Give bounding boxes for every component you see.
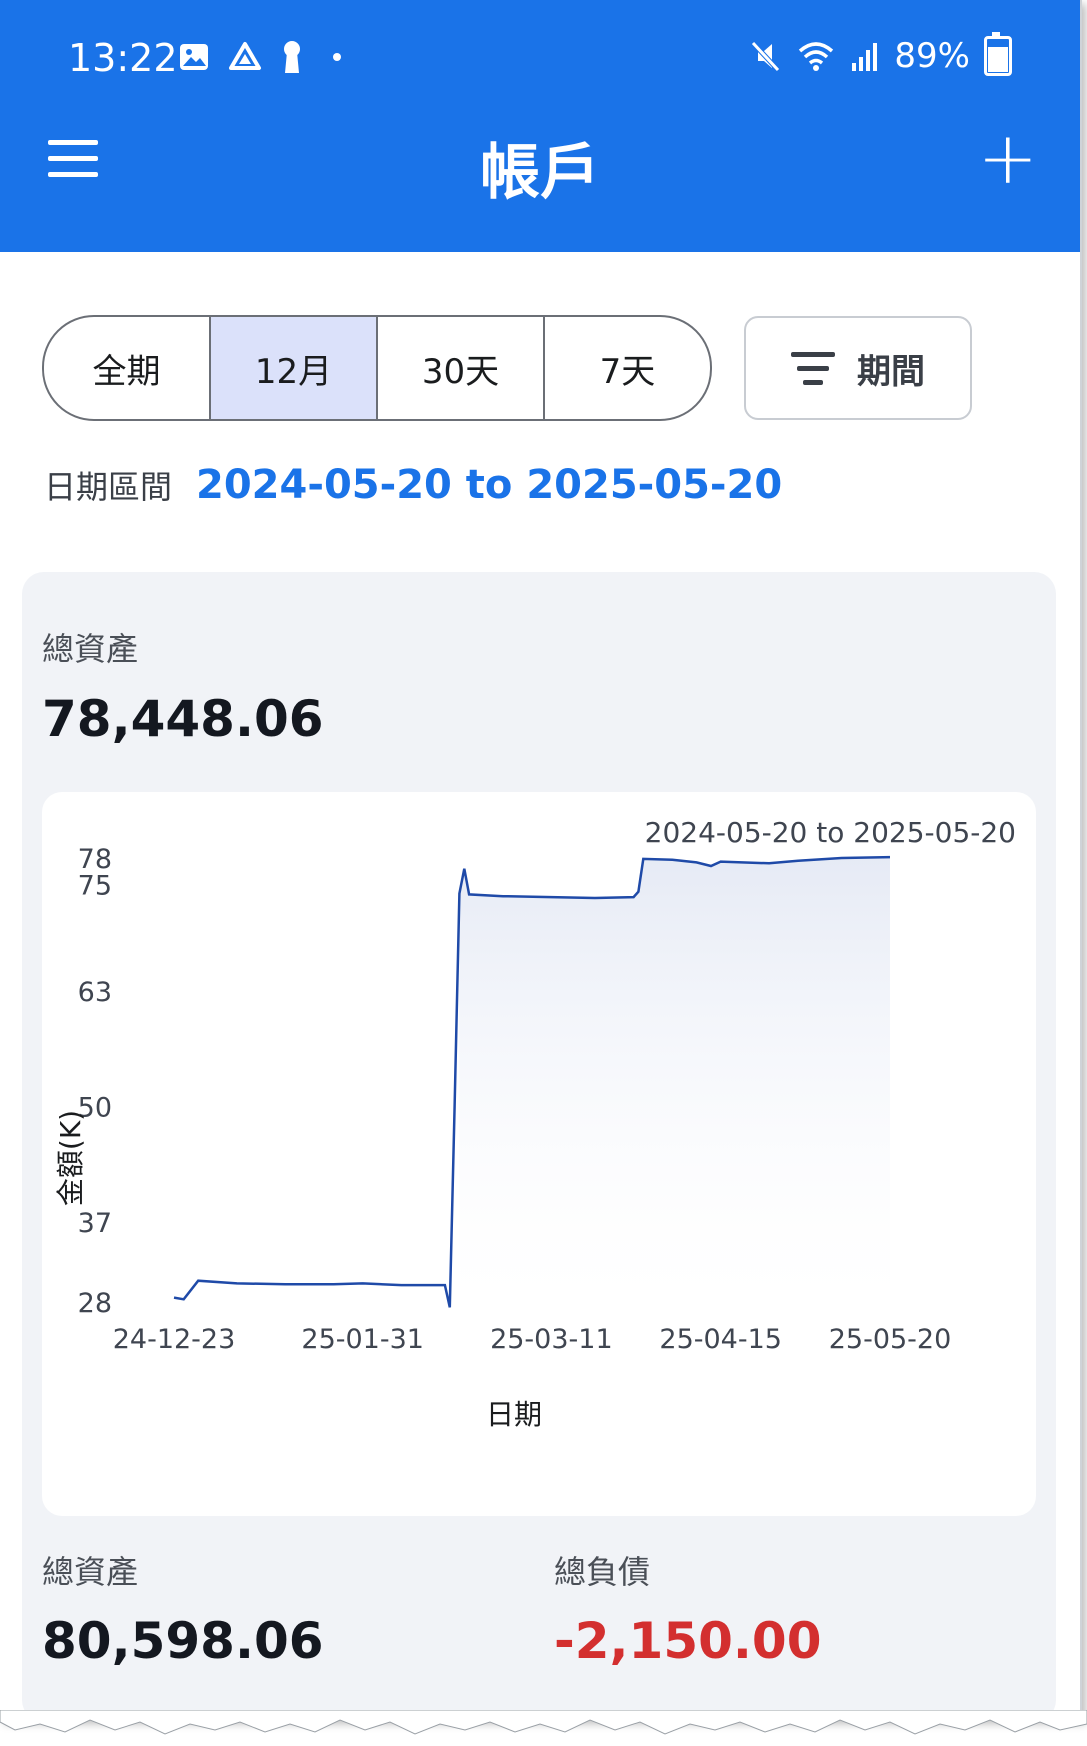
total-liabilities-value: -2,150.00	[554, 1612, 822, 1670]
y-axis-ticks: 283750637578	[78, 844, 112, 1319]
battery-fill	[988, 47, 1008, 72]
x-tick-label: 25-04-15	[659, 1324, 782, 1355]
filter-icon	[791, 351, 835, 385]
series-area	[459, 857, 890, 1302]
segment-12-months[interactable]: 12月	[211, 317, 378, 419]
status-time: 13:22	[68, 36, 178, 80]
y-tick-label: 75	[78, 871, 112, 902]
total-assets-label: 總資產	[42, 1553, 139, 1591]
keyhole-icon	[284, 41, 300, 73]
battery-icon	[984, 32, 1012, 76]
x-tick-label: 25-01-31	[301, 1324, 424, 1355]
summary-card: 總資產 78,448.06 2024-05-20 to 2025-05-20 2…	[22, 572, 1056, 1720]
chart-title: 2024-05-20 to 2025-05-20	[645, 816, 1016, 849]
dot-icon	[333, 53, 341, 61]
summary-label: 總資產	[42, 630, 139, 668]
date-range-row: 日期區間 2024-05-20 to 2025-05-20	[44, 462, 782, 508]
y-axis-label: 金額(K)	[54, 1110, 87, 1206]
x-tick-label: 24-12-23	[113, 1324, 236, 1355]
y-tick-label: 78	[78, 844, 112, 875]
wifi-icon	[799, 42, 834, 71]
page-title: 帳戶	[480, 138, 600, 208]
summary-value: 78,448.06	[42, 690, 324, 748]
segment-30-days[interactable]: 30天	[378, 317, 545, 419]
assets-chart: 2024-05-20 to 2025-05-20 28 37 50 63 75 78 24…	[42, 792, 1036, 1516]
status-right-icons: 89%	[748, 32, 1012, 76]
date-range-value[interactable]: 2024-05-20 to 2025-05-20	[196, 462, 782, 508]
torn-edge	[0, 1710, 1087, 1735]
date-range-label: 日期區間	[44, 468, 173, 506]
period-filter-button[interactable]: 期間	[744, 316, 972, 420]
mute-icon	[751, 41, 781, 72]
status-left-icons	[178, 40, 352, 74]
segment-all[interactable]: 全期	[44, 317, 211, 419]
y-tick-label: 37	[78, 1208, 112, 1239]
image-icon	[180, 44, 208, 70]
plus-icon[interactable]: +	[978, 118, 1038, 198]
segment-7-days[interactable]: 7天	[545, 317, 710, 419]
x-tick-label: 25-03-11	[490, 1324, 613, 1355]
total-liabilities-label: 總負債	[554, 1553, 651, 1591]
period-button-label: 期間	[857, 351, 925, 392]
status-bar: 13:22 89%	[68, 32, 1012, 84]
drive-icon	[229, 42, 261, 70]
x-axis-ticks: 24-12-23 25-01-31 25-03-11 25-04-15 25-05-20	[113, 1324, 952, 1355]
battery-percent: 89%	[894, 36, 970, 76]
y-tick-label: 63	[78, 977, 112, 1008]
total-assets-value: 80,598.06	[42, 1612, 324, 1670]
x-tick-label: 25-05-20	[829, 1324, 952, 1355]
period-segmented-control: 全期 12月 30天 7天	[42, 315, 712, 421]
app-header: 13:22 89% 帳戶 +	[0, 0, 1080, 252]
chart-svg: 2024-05-20 to 2025-05-20 283750637578 24…	[54, 816, 1016, 1431]
y-tick-label: 28	[78, 1288, 112, 1319]
x-axis-label: 日期	[486, 1398, 542, 1431]
signal-icon	[852, 43, 878, 71]
app-screen: 13:22 89% 帳戶 + 全期 12月 30天 7天 期間 日期區間 202…	[0, 0, 1082, 1720]
